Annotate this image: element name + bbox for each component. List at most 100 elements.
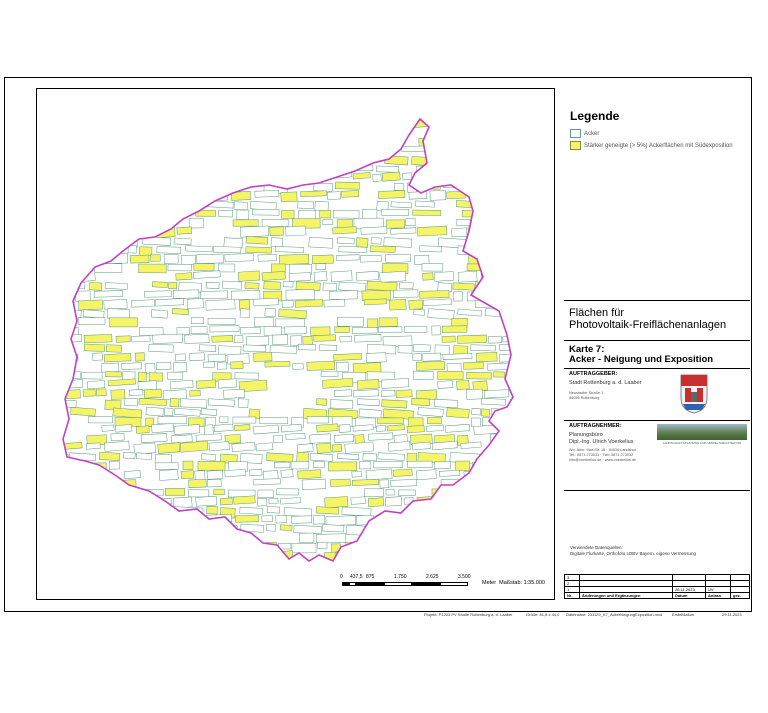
acker-parcel [413, 344, 431, 352]
acker-parcel [200, 290, 229, 299]
acker-parcel [156, 119, 181, 130]
steep-south-parcel [378, 317, 398, 327]
acker-parcel [323, 299, 346, 308]
acker-parcel [290, 461, 310, 470]
steep-south-parcel [138, 219, 148, 226]
steep-south-parcel [466, 372, 492, 380]
acker-parcel [174, 407, 201, 417]
acker-parcel [63, 156, 69, 167]
acker-parcel [423, 298, 452, 307]
acker-parcel [144, 505, 174, 517]
map-canvas[interactable] [37, 89, 555, 600]
acker-parcel [424, 515, 450, 525]
acker-parcel [174, 237, 192, 246]
acker-parcel [282, 281, 294, 288]
scale-tick-label: 2.625 [426, 574, 439, 580]
acker-parcel [415, 200, 435, 208]
steep-south-parcel [213, 488, 225, 495]
acker-parcel [362, 209, 378, 220]
acker-parcel [139, 191, 151, 201]
steep-south-parcel [419, 290, 450, 299]
steep-south-parcel [399, 551, 416, 561]
acker-parcel [207, 478, 222, 488]
acker-parcel [221, 280, 242, 290]
steep-south-parcel [95, 171, 123, 181]
acker-parcel [256, 498, 268, 507]
rev-header-text: Änderungen und Ergänzungen [579, 592, 673, 599]
acker-parcel [312, 156, 324, 166]
acker-parcel [507, 280, 513, 288]
steep-south-parcel [316, 442, 332, 454]
steep-south-parcel [187, 155, 210, 166]
acker-parcel [110, 432, 125, 442]
steep-south-parcel [507, 137, 513, 149]
steep-south-parcel [116, 127, 148, 139]
steep-south-parcel [116, 560, 139, 561]
acker-parcel [334, 389, 353, 397]
steep-south-parcel [193, 562, 220, 572]
acker-parcel [63, 244, 76, 256]
steep-south-parcel [290, 145, 315, 155]
acker-parcel [412, 507, 444, 518]
acker-parcel [63, 119, 87, 128]
steep-south-parcel [206, 505, 218, 515]
scale-segment [412, 582, 440, 586]
acker-parcel [205, 299, 236, 311]
steep-south-parcel [294, 299, 324, 308]
steep-south-parcel [188, 479, 207, 488]
acker-parcel [337, 316, 364, 327]
steep-south-parcel [496, 452, 513, 463]
acker-parcel [63, 183, 69, 194]
steep-south-parcel [311, 254, 334, 265]
steep-south-parcel [510, 272, 513, 280]
acker-parcel [335, 361, 349, 373]
acker-parcel [313, 461, 325, 468]
acker-parcel [398, 489, 416, 496]
acker-parcel [181, 127, 198, 138]
steep-south-parcel [169, 398, 180, 408]
steep-south-parcel [480, 408, 491, 417]
acker-parcel [99, 137, 110, 146]
steep-south-parcel [211, 335, 234, 343]
steep-south-parcel [315, 506, 340, 515]
steep-south-parcel [466, 164, 494, 173]
steep-south-parcel [83, 334, 113, 344]
acker-parcel [513, 390, 540, 397]
acker-parcel [190, 317, 204, 324]
acker-parcel [384, 496, 403, 507]
scale-segment [342, 582, 349, 586]
steep-south-parcel [83, 343, 106, 352]
acker-parcel [429, 136, 454, 149]
scale-tick-label: 875 [366, 574, 375, 580]
acker-parcel [63, 145, 83, 155]
acker-parcel [208, 441, 230, 452]
steep-south-parcel [493, 542, 513, 549]
acker-parcel [152, 333, 184, 344]
acker-parcel [203, 424, 214, 436]
acker-parcel [298, 210, 316, 220]
acker-parcel [184, 333, 210, 344]
acker-parcel [290, 171, 307, 183]
steep-south-parcel [175, 272, 193, 281]
acker-parcel [234, 372, 259, 380]
acker-parcel [92, 352, 103, 361]
acker-parcel [392, 515, 403, 526]
steep-south-parcel [455, 460, 470, 471]
acker-parcel [136, 452, 152, 460]
steep-south-parcel [138, 263, 167, 274]
steep-south-parcel [244, 282, 260, 290]
steep-south-parcel [431, 524, 454, 536]
acker-parcel [203, 361, 215, 368]
acker-parcel [440, 119, 451, 129]
steep-south-parcel [367, 497, 384, 508]
acker-parcel [250, 201, 277, 211]
steep-south-parcel [89, 282, 103, 291]
acker-parcel [224, 469, 246, 478]
steep-south-parcel [456, 380, 470, 390]
steep-south-parcel [368, 523, 394, 531]
acker-parcel [163, 389, 187, 401]
acker-parcel [213, 423, 234, 432]
acker-parcel [488, 218, 498, 227]
steep-south-parcel [504, 560, 513, 561]
acker-parcel [254, 317, 274, 327]
